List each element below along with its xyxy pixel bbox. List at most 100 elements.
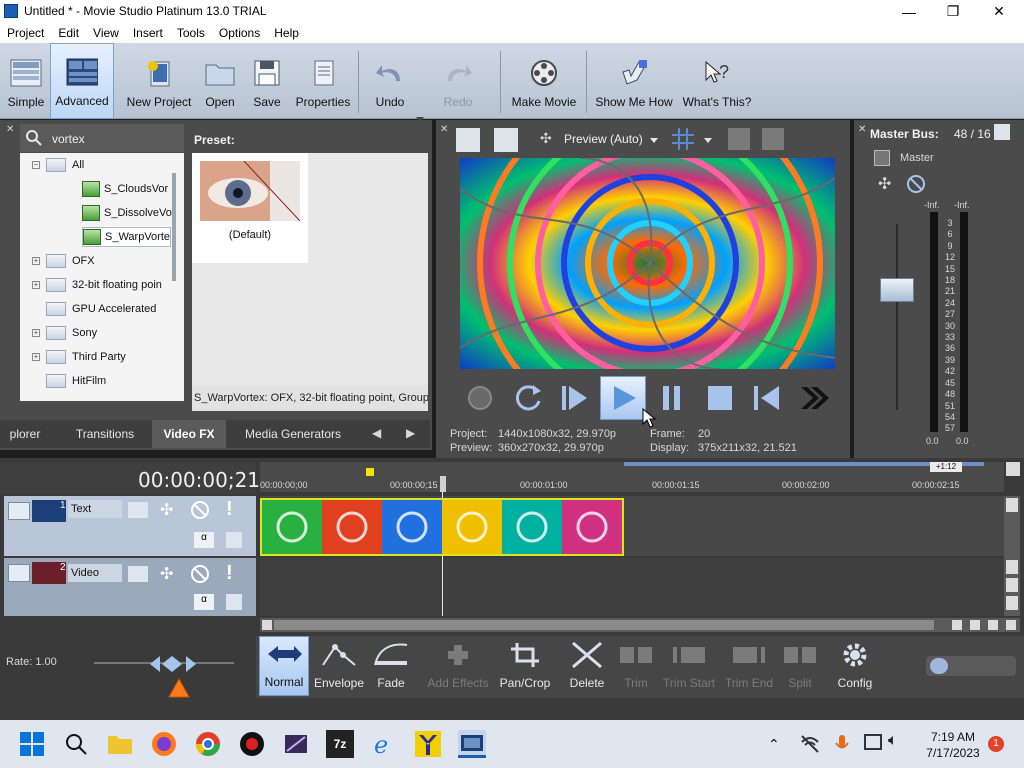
- trim-start-button[interactable]: Trim Start: [660, 636, 718, 696]
- tree-item-folder[interactable]: + Third Party: [32, 347, 126, 367]
- track-header-2[interactable]: 2 Video ✣ ! α: [4, 558, 256, 616]
- tree-item-fx[interactable]: S_DissolveVo: [82, 203, 172, 223]
- save-snapshot-icon[interactable]: [762, 128, 784, 150]
- copy-snapshot-icon[interactable]: [728, 128, 750, 150]
- undo-button[interactable]: Undo: [366, 43, 414, 119]
- track-name-field[interactable]: Text: [68, 500, 122, 518]
- internet-explorer-icon[interactable]: e: [370, 730, 398, 758]
- mixer-properties-icon[interactable]: [994, 124, 1010, 140]
- save-button[interactable]: Save: [246, 43, 288, 119]
- close-button[interactable]: ✕: [976, 0, 1022, 23]
- track-fx-icon[interactable]: ✣: [160, 564, 173, 584]
- chrome-icon[interactable]: [194, 730, 222, 758]
- menu-tools[interactable]: Tools: [170, 26, 212, 40]
- zoom-in-icon[interactable]: [1006, 578, 1018, 592]
- menu-insert[interactable]: Insert: [126, 26, 170, 40]
- track-motion-icon[interactable]: [226, 532, 242, 548]
- compositing-mode-icon[interactable]: [128, 502, 148, 518]
- go-to-start-button[interactable]: [746, 378, 786, 418]
- record-app-icon[interactable]: [238, 730, 266, 758]
- master-fader-handle[interactable]: [880, 278, 914, 302]
- preview-properties-icon[interactable]: [456, 128, 480, 152]
- marker-icon[interactable]: [366, 468, 374, 476]
- chevron-down-icon[interactable]: [650, 138, 658, 143]
- tree-item-folder[interactable]: + OFX: [32, 251, 95, 271]
- network-off-icon[interactable]: [800, 734, 820, 757]
- expand-icon[interactable]: +: [32, 353, 40, 361]
- properties-button[interactable]: Properties: [294, 43, 352, 119]
- advanced-button[interactable]: Advanced: [50, 43, 114, 119]
- scroll-thumb[interactable]: [274, 620, 934, 630]
- overlays-grid-icon[interactable]: [672, 128, 694, 153]
- loop-playback-button[interactable]: [508, 378, 548, 418]
- menu-options[interactable]: Options: [212, 26, 267, 40]
- pan-crop-button[interactable]: Pan/Crop: [496, 636, 554, 696]
- panel-close-icon[interactable]: ✕: [858, 124, 866, 135]
- time-ruler[interactable]: +1:12 00:00:00;00 00:00:00;15 00:00:01:0…: [260, 462, 1004, 492]
- menu-edit[interactable]: Edit: [51, 26, 86, 40]
- split-button[interactable]: Split: [778, 636, 822, 696]
- video-event-clip[interactable]: [260, 498, 624, 556]
- zoom-in-icon[interactable]: [970, 620, 980, 630]
- search-input[interactable]: vortex: [52, 132, 85, 146]
- preset-default-tile[interactable]: (Default): [192, 153, 308, 263]
- scroll-down-icon[interactable]: [1006, 560, 1018, 574]
- collapse-icon[interactable]: −: [32, 161, 40, 169]
- simple-button[interactable]: Simple: [4, 43, 48, 119]
- scroll-left-icon[interactable]: [262, 620, 272, 630]
- expand-icon[interactable]: +: [32, 329, 40, 337]
- whats-this-button[interactable]: ? What's This?: [680, 43, 754, 119]
- tab-media-generators[interactable]: Media Generators: [230, 420, 356, 448]
- speaker-icon[interactable]: 🔈︎: [888, 732, 898, 750]
- menu-view[interactable]: View: [86, 26, 126, 40]
- tree-scrollbar[interactable]: [172, 173, 176, 281]
- tree-item-folder[interactable]: + Sony: [32, 323, 97, 343]
- tab-scroll-left-icon[interactable]: ◀: [372, 426, 381, 440]
- 7zip-icon[interactable]: 7z: [326, 730, 354, 758]
- show-hidden-icons-icon[interactable]: ⌃: [768, 736, 780, 753]
- clock-time[interactable]: 7:19 AM: [918, 730, 988, 744]
- track-fx-icon[interactable]: ✣: [160, 500, 173, 520]
- normal-tool-button[interactable]: Normal: [259, 636, 309, 696]
- menu-help[interactable]: Help: [267, 26, 306, 40]
- expand-icon[interactable]: +: [32, 257, 40, 265]
- zoom-fit-icon[interactable]: [1006, 620, 1016, 630]
- show-me-how-button[interactable]: Show Me How: [592, 43, 676, 119]
- envelope-tool-button[interactable]: Envelope: [312, 636, 366, 696]
- fade-tool-button[interactable]: Fade: [368, 636, 414, 696]
- video-editor-app-icon[interactable]: [282, 730, 310, 758]
- play-from-start-button[interactable]: [554, 378, 594, 418]
- mute-icon[interactable]: [190, 500, 210, 523]
- track-name-field[interactable]: Video: [68, 564, 122, 582]
- clock-date[interactable]: 7/17/2023: [918, 746, 988, 760]
- solo-icon[interactable]: !: [226, 498, 233, 521]
- insert-fx-icon[interactable]: ✣: [878, 174, 891, 194]
- search-icon[interactable]: [62, 730, 90, 758]
- delete-button[interactable]: Delete: [564, 636, 610, 696]
- firefox-icon[interactable]: [150, 730, 178, 758]
- menu-project[interactable]: Project: [0, 26, 51, 40]
- config-button[interactable]: Config: [830, 636, 880, 696]
- track-header-1[interactable]: 1 Text ✣ ! α: [4, 496, 256, 556]
- windows-start-icon[interactable]: [18, 730, 46, 758]
- stop-button[interactable]: [700, 378, 740, 418]
- redo-button[interactable]: Redo: [434, 43, 482, 119]
- zoom-slider[interactable]: [926, 656, 1016, 676]
- playhead-handle[interactable]: [440, 476, 446, 492]
- record-button[interactable]: [460, 378, 500, 418]
- scroll-right-icon[interactable]: [952, 620, 962, 630]
- tab-transitions[interactable]: Transitions: [60, 420, 150, 448]
- tree-item-folder[interactable]: GPU Accelerated: [46, 299, 156, 319]
- tab-explorer[interactable]: plorer: [0, 420, 50, 448]
- mute-icon[interactable]: [190, 564, 210, 587]
- file-explorer-icon[interactable]: [106, 730, 134, 758]
- yahtzee-app-icon[interactable]: [414, 730, 442, 758]
- tree-item-fx-selected[interactable]: S_WarpVorte: [82, 227, 172, 247]
- alpha-icon[interactable]: α: [194, 594, 214, 610]
- alpha-icon[interactable]: α: [194, 532, 214, 548]
- preview-quality-dropdown[interactable]: Preview (Auto): [564, 132, 643, 146]
- tab-video-fx[interactable]: Video FX: [152, 420, 226, 448]
- timeline-horizontal-scrollbar[interactable]: [260, 618, 1020, 632]
- external-monitor-icon[interactable]: [494, 128, 518, 152]
- trim-end-button[interactable]: Trim End: [722, 636, 776, 696]
